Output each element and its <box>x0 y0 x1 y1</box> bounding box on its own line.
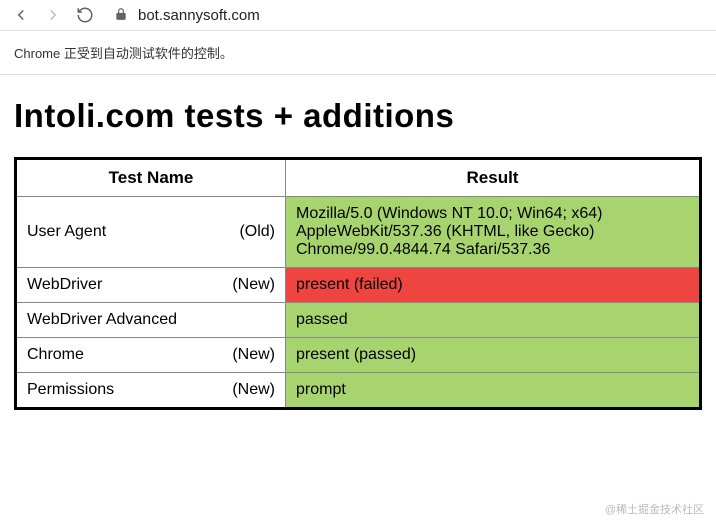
header-result: Result <box>286 159 701 197</box>
test-name: WebDriver Advanced <box>27 311 177 329</box>
test-name: User Agent <box>27 223 106 241</box>
page-title: Intoli.com tests + additions <box>14 97 702 135</box>
table-row: WebDriver (New) present (failed) <box>16 268 701 303</box>
test-name-cell: WebDriver Advanced <box>16 303 286 338</box>
test-tag: (Old) <box>239 223 275 241</box>
test-tag: (New) <box>232 381 275 399</box>
test-name-cell: User Agent (Old) <box>16 197 286 268</box>
automation-info-bar: Chrome 正受到自动测试软件的控制。 <box>0 31 716 75</box>
table-row: User Agent (Old) Mozilla/5.0 (Windows NT… <box>16 197 701 268</box>
table-row: Permissions (New) prompt <box>16 373 701 409</box>
browser-toolbar: bot.sannysoft.com <box>0 0 716 31</box>
address-bar[interactable]: bot.sannysoft.com <box>114 7 260 24</box>
header-test-name: Test Name <box>16 159 286 197</box>
test-result-cell: present (passed) <box>286 338 701 373</box>
test-name-cell: Permissions (New) <box>16 373 286 409</box>
test-tag: (New) <box>232 346 275 364</box>
table-row: WebDriver Advanced passed <box>16 303 701 338</box>
test-name: Permissions <box>27 381 114 399</box>
reload-icon[interactable] <box>76 6 94 24</box>
lock-icon <box>114 7 128 24</box>
forward-icon[interactable] <box>44 6 62 24</box>
test-result-cell: passed <box>286 303 701 338</box>
test-result-cell: Mozilla/5.0 (Windows NT 10.0; Win64; x64… <box>286 197 701 268</box>
test-name-cell: Chrome (New) <box>16 338 286 373</box>
page-content: Intoli.com tests + additions Test Name R… <box>0 75 716 410</box>
url-text: bot.sannysoft.com <box>138 7 260 24</box>
back-icon[interactable] <box>12 6 30 24</box>
nav-buttons <box>12 6 94 24</box>
watermark: @稀土掘金技术社区 <box>605 501 704 517</box>
test-tag: (New) <box>232 276 275 294</box>
test-name: Chrome <box>27 346 84 364</box>
tests-table: Test Name Result User Agent (Old) Mozill… <box>14 157 702 410</box>
test-name: WebDriver <box>27 276 102 294</box>
table-row: Chrome (New) present (passed) <box>16 338 701 373</box>
test-name-cell: WebDriver (New) <box>16 268 286 303</box>
test-result-cell: prompt <box>286 373 701 409</box>
table-header-row: Test Name Result <box>16 159 701 197</box>
test-result-cell: present (failed) <box>286 268 701 303</box>
